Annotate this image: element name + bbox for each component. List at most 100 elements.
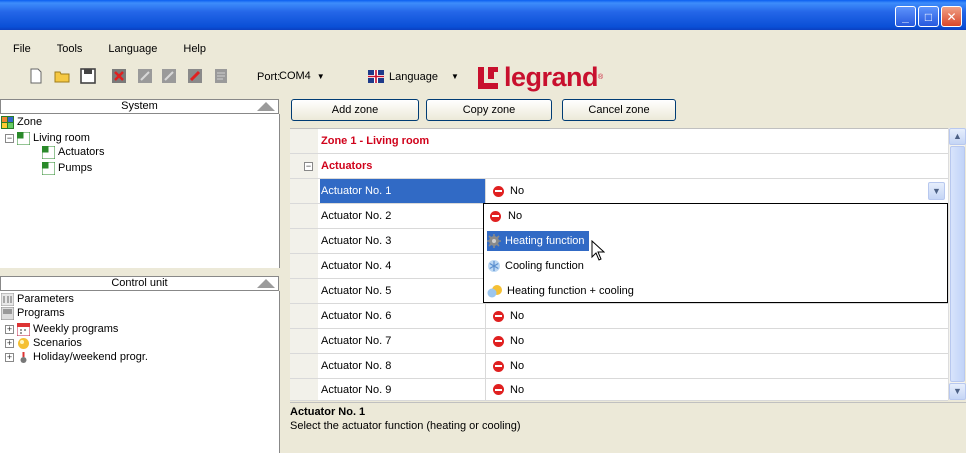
minimize-icon: _: [902, 9, 909, 24]
actuator-value: No: [510, 310, 525, 322]
menu-file[interactable]: File: [0, 40, 44, 58]
collapse-toggle[interactable]: −: [304, 162, 313, 171]
actuator-value: No: [510, 383, 525, 396]
tree-label: Programs: [17, 307, 65, 319]
heating-cooling-icon: [487, 285, 502, 298]
logo-text: legrand: [504, 62, 599, 92]
language-label: Language: [389, 70, 438, 83]
tree-label: Parameters: [17, 293, 74, 305]
scenarios-icon: [18, 337, 29, 349]
actuator-name: Actuator No. 2: [320, 204, 486, 228]
option-no[interactable]: No: [487, 206, 526, 226]
zone-header-row: Zone 1 - Living room: [290, 129, 948, 154]
group-header-row[interactable]: − Actuators: [290, 154, 948, 179]
legrand-logo: legrand ®: [478, 62, 603, 93]
tree-item-pumps[interactable]: Pumps: [42, 161, 92, 175]
actuator-name: Actuator No. 3: [320, 229, 486, 253]
table-row[interactable]: Actuator No. 9 No: [290, 379, 948, 401]
collapse-icon[interactable]: [257, 102, 275, 111]
no-entry-icon: [493, 335, 504, 347]
save-icon[interactable]: [80, 68, 96, 84]
tree-item-living-room[interactable]: − Living room: [5, 131, 90, 145]
grid-scrollbar[interactable]: ▲ ▼: [948, 128, 966, 400]
holiday-icon: [20, 351, 27, 363]
menu-tools[interactable]: Tools: [44, 40, 96, 58]
group-title: Actuators: [321, 160, 373, 172]
actuator-value-combo[interactable]: No ▼: [487, 179, 948, 203]
tree-item-scenarios[interactable]: + Scenarios: [5, 336, 82, 350]
gear-icon: [487, 234, 501, 248]
new-file-icon[interactable]: [28, 68, 44, 84]
toolbar: Port: COM4 ▼ Language ▼ legrand ®: [0, 59, 966, 93]
actuator-value-cell[interactable]: No: [487, 354, 948, 378]
option-heating-function[interactable]: Heating function: [487, 231, 589, 251]
actuator-value-cell[interactable]: No: [487, 304, 948, 328]
table-row[interactable]: Actuator No. 8 No: [290, 354, 948, 379]
tree-label: Holiday/weekend progr.: [33, 351, 148, 363]
tree-item-parameters[interactable]: Parameters: [1, 292, 74, 306]
logo-registered: ®: [598, 74, 604, 81]
actuator-name: Actuator No. 8: [320, 354, 486, 378]
minimize-button[interactable]: _: [895, 6, 916, 27]
tree-item-programs[interactable]: Programs: [1, 306, 65, 320]
scroll-thumb[interactable]: [950, 146, 965, 382]
table-row[interactable]: Actuator No. 1 No ▼: [290, 179, 948, 204]
programs-icon: [1, 306, 14, 320]
chevron-down-icon[interactable]: ▼: [928, 182, 945, 200]
menu-language[interactable]: Language: [95, 40, 170, 58]
expand-toggle[interactable]: +: [5, 352, 14, 362]
menu-bar: File Tools Language Help: [0, 40, 219, 58]
scroll-up-icon[interactable]: ▲: [949, 128, 966, 145]
actuator-value-cell[interactable]: No: [487, 379, 948, 400]
close-button[interactable]: ✕: [941, 6, 962, 27]
window-title-bar[interactable]: _ □ ✕: [0, 0, 966, 30]
option-cooling-function[interactable]: Cooling function: [487, 256, 588, 276]
tree-item-weekly-programs[interactable]: + Weekly programs: [5, 322, 118, 336]
description-panel: Actuator No. 1 Select the actuator funct…: [290, 402, 966, 453]
disabled-tool-icon[interactable]: [213, 68, 229, 84]
tree-item-actuators[interactable]: Actuators: [42, 145, 104, 159]
system-panel-header[interactable]: System: [0, 99, 279, 114]
system-panel-title: System: [121, 100, 158, 112]
close-icon: ✕: [946, 9, 957, 24]
disabled-tool-icon[interactable]: [137, 68, 153, 84]
control-panel-title: Control unit: [111, 277, 168, 289]
scroll-down-icon[interactable]: ▼: [949, 383, 966, 400]
maximize-icon: □: [924, 9, 933, 24]
legrand-logo-mark-icon: [478, 66, 498, 89]
zone-icon: [1, 115, 14, 129]
actuator-function-dropdown[interactable]: No Heating function Cooling function Hea…: [483, 203, 948, 303]
table-row[interactable]: Actuator No. 7 No: [290, 329, 948, 354]
actuator-value: No: [510, 185, 525, 197]
actuator-value: No: [510, 360, 525, 372]
maximize-button[interactable]: □: [918, 6, 939, 27]
control-panel-header[interactable]: Control unit: [0, 276, 279, 291]
port-value: COM4: [279, 70, 311, 82]
actuator-value-cell[interactable]: No: [487, 329, 948, 353]
table-row[interactable]: Actuator No. 6 No: [290, 304, 948, 329]
collapse-icon[interactable]: [257, 279, 275, 288]
chevron-down-icon: ▼: [450, 72, 459, 81]
tree-item-holiday-weekend[interactable]: + Holiday/weekend progr.: [5, 350, 148, 364]
zone-title: Zone 1 - Living room: [321, 135, 430, 147]
actuator-name: Actuator No. 7: [320, 329, 486, 353]
collapse-toggle[interactable]: −: [5, 133, 14, 143]
copy-zone-button[interactable]: Copy zone: [426, 99, 552, 121]
option-heating-cooling[interactable]: Heating function + cooling: [487, 281, 638, 301]
mouse-cursor-icon: [591, 240, 605, 261]
add-zone-button[interactable]: Add zone: [291, 99, 419, 121]
actuators-icon: [42, 145, 55, 159]
expand-toggle[interactable]: +: [5, 338, 14, 348]
language-select[interactable]: Language ▼: [368, 70, 459, 83]
menu-help[interactable]: Help: [170, 40, 219, 58]
port-select[interactable]: COM4 ▼: [279, 70, 325, 82]
expand-toggle[interactable]: +: [5, 324, 14, 334]
actuator-value: No: [510, 335, 525, 347]
open-folder-icon[interactable]: [54, 68, 70, 84]
disabled-tool-icon[interactable]: [161, 68, 177, 84]
chevron-down-icon: ▼: [316, 71, 325, 81]
tree-item-zone[interactable]: Zone: [1, 115, 42, 129]
delete-icon[interactable]: [111, 68, 127, 84]
cancel-zone-button[interactable]: Cancel zone: [562, 99, 676, 121]
edit-icon[interactable]: [187, 68, 203, 84]
